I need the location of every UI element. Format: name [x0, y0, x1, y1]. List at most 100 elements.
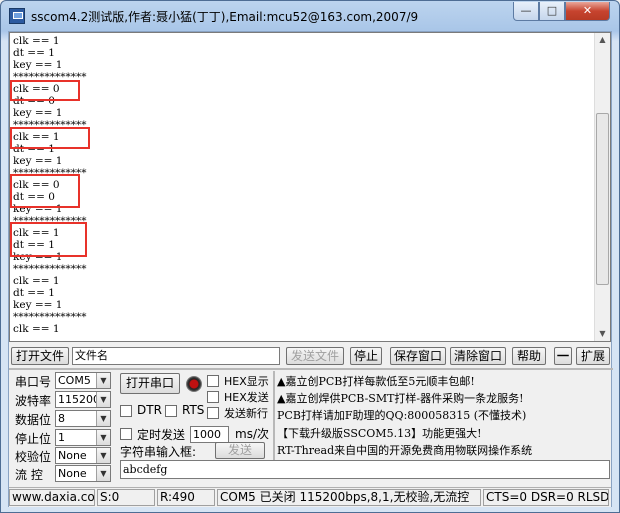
- terminal-line: **************: [13, 263, 87, 275]
- flow-select[interactable]: None ▼: [55, 465, 111, 482]
- timed-send-checkbox[interactable]: [120, 428, 132, 440]
- highlight-box: [10, 127, 90, 149]
- terminal-line: key == 1: [13, 107, 63, 119]
- send-file-button[interactable]: 发送文件: [286, 347, 344, 365]
- hex-send-label: HEX发送: [224, 391, 269, 404]
- interval-unit-label: ms/次: [235, 427, 269, 441]
- dtr-checkbox[interactable]: [120, 405, 132, 417]
- terminal-line: **************: [13, 311, 87, 323]
- divider: [9, 368, 613, 370]
- terminal-line: clk == 0: [13, 179, 60, 191]
- port-select[interactable]: COM5 ▼: [55, 372, 111, 389]
- ad-line[interactable]: ▲嘉立创PCB打样每款低至5元顺丰包邮!: [277, 373, 475, 389]
- ad-line[interactable]: RT-Thread来自中国的开源免费商用物联网操作系统: [277, 442, 532, 458]
- parity-label: 校验位: [15, 450, 52, 464]
- highlight-box: [10, 80, 80, 101]
- received-count: R:490: [157, 489, 215, 506]
- highlight-box: [10, 174, 80, 208]
- highlight-box: [10, 222, 87, 257]
- terminal-line: key == 1: [13, 251, 63, 263]
- scroll-down-icon[interactable]: ▼: [597, 327, 608, 341]
- terminal-line: clk == 1: [13, 275, 60, 287]
- terminal-line: dt == 1: [13, 287, 55, 299]
- help-button[interactable]: 帮助: [512, 347, 546, 365]
- send-text-input[interactable]: abcdefg: [120, 460, 610, 479]
- flow-label: 流 控: [15, 468, 43, 482]
- receive-terminal[interactable]: clk == 1 dt == 1 key == 1 ************** clk…: [9, 32, 611, 342]
- open-port-button[interactable]: 打开串口: [120, 373, 180, 394]
- chevron-down-icon: ▼: [96, 466, 110, 481]
- divider: [273, 371, 275, 461]
- minimize-button[interactable]: —: [513, 2, 539, 21]
- terminal-line: clk == 1: [13, 131, 60, 143]
- terminal-line: dt == 1: [13, 239, 55, 251]
- chevron-down-icon: ▼: [96, 373, 110, 388]
- open-file-button[interactable]: 打开文件: [11, 347, 69, 365]
- timed-send-label: 定时发送: [137, 428, 186, 442]
- terminal-line: key == 1: [13, 155, 63, 167]
- chevron-down-icon: ▼: [96, 448, 110, 463]
- chevron-down-icon: ▼: [96, 411, 110, 426]
- ad-line[interactable]: ▲嘉立创焊供PCB-SMT打样-器件采购一条龙服务!: [277, 390, 524, 406]
- terminal-line: **************: [13, 215, 87, 227]
- send-button[interactable]: 发送: [215, 442, 265, 459]
- port-label: 串口号: [15, 375, 52, 389]
- terminal-line: clk == 1: [13, 227, 60, 239]
- vertical-scrollbar[interactable]: ▲ ▼: [594, 33, 610, 341]
- ad-line[interactable]: PCB打样请加F助理的QQ:800058315 (不懂技术): [277, 407, 526, 423]
- dtr-label: DTR: [137, 403, 162, 417]
- chevron-down-icon: ▼: [96, 430, 110, 445]
- baud-select[interactable]: 115200 ▼: [55, 391, 111, 408]
- terminal-line: dt == 1: [13, 143, 55, 155]
- expand-button[interactable]: 扩展: [576, 347, 610, 365]
- terminal-line: clk == 1: [13, 323, 60, 335]
- stop-button[interactable]: 停止: [350, 347, 382, 365]
- databits-select[interactable]: 8 ▼: [55, 410, 111, 427]
- terminal-line: **************: [13, 71, 87, 83]
- website-link[interactable]: www.daxia.cor: [9, 489, 95, 506]
- terminal-line: key == 1: [13, 299, 63, 311]
- sent-count: S:0: [97, 489, 155, 506]
- save-window-button[interactable]: 保存窗口: [390, 347, 446, 365]
- hex-display-checkbox[interactable]: [207, 375, 219, 387]
- terminal-line: dt == 0: [13, 95, 55, 107]
- chevron-down-icon: ▼: [96, 392, 110, 407]
- signal-status: CTS=0 DSR=0 RLSD: [483, 489, 609, 506]
- port-status: COM5 已关闭 115200bps,8,1,无校验,无流控: [217, 489, 481, 506]
- hex-send-checkbox[interactable]: [207, 391, 219, 403]
- title-bar[interactable]: sscom4.2测试版,作者:聂小猛(丁丁),Email:mcu52@163.c…: [1, 1, 619, 31]
- stopbits-select[interactable]: 1 ▼: [55, 429, 111, 446]
- collapse-button[interactable]: 一: [554, 347, 572, 365]
- scroll-up-icon[interactable]: ▲: [597, 33, 608, 47]
- terminal-line: **************: [13, 167, 87, 179]
- terminal-line: key == 1: [13, 203, 63, 215]
- terminal-line: key == 1: [13, 59, 63, 71]
- maximize-button[interactable]: □: [539, 2, 565, 21]
- send-newline-checkbox[interactable]: [207, 407, 219, 419]
- clear-window-button[interactable]: 清除窗口: [450, 347, 506, 365]
- status-bar: www.daxia.cor S:0 R:490 COM5 已关闭 115200b…: [9, 487, 611, 507]
- port-status-led-icon: [186, 376, 202, 392]
- window-title: sscom4.2测试版,作者:聂小猛(丁丁),Email:mcu52@163.c…: [31, 10, 419, 24]
- parity-select[interactable]: None ▼: [55, 447, 111, 464]
- file-name-field[interactable]: 文件名: [72, 347, 280, 365]
- terminal-line: clk == 1: [13, 35, 60, 47]
- main-window: sscom4.2测试版,作者:聂小猛(丁丁),Email:mcu52@163.c…: [0, 0, 620, 513]
- terminal-line: dt == 0: [13, 191, 55, 203]
- stopbits-label: 停止位: [15, 432, 52, 446]
- terminal-line: clk == 0: [13, 83, 60, 95]
- app-icon: [9, 8, 25, 24]
- rts-label: RTS: [182, 403, 205, 417]
- terminal-output: clk == 1 dt == 1 key == 1 ************** clk…: [13, 35, 593, 335]
- baud-label: 波特率: [15, 394, 52, 408]
- databits-label: 数据位: [15, 413, 52, 427]
- rts-checkbox[interactable]: [165, 405, 177, 417]
- client-area: clk == 1 dt == 1 key == 1 ************** clk…: [8, 31, 613, 507]
- hex-display-label: HEX显示: [224, 375, 269, 388]
- interval-field[interactable]: 1000: [190, 426, 229, 443]
- send-newline-label: 发送新行: [224, 407, 268, 420]
- close-button[interactable]: ✕: [565, 2, 610, 21]
- terminal-line: dt == 1: [13, 47, 55, 59]
- ad-line[interactable]: 【下载升级版SSCOM5.13】功能更强大!: [277, 425, 482, 441]
- scroll-thumb[interactable]: [596, 113, 609, 285]
